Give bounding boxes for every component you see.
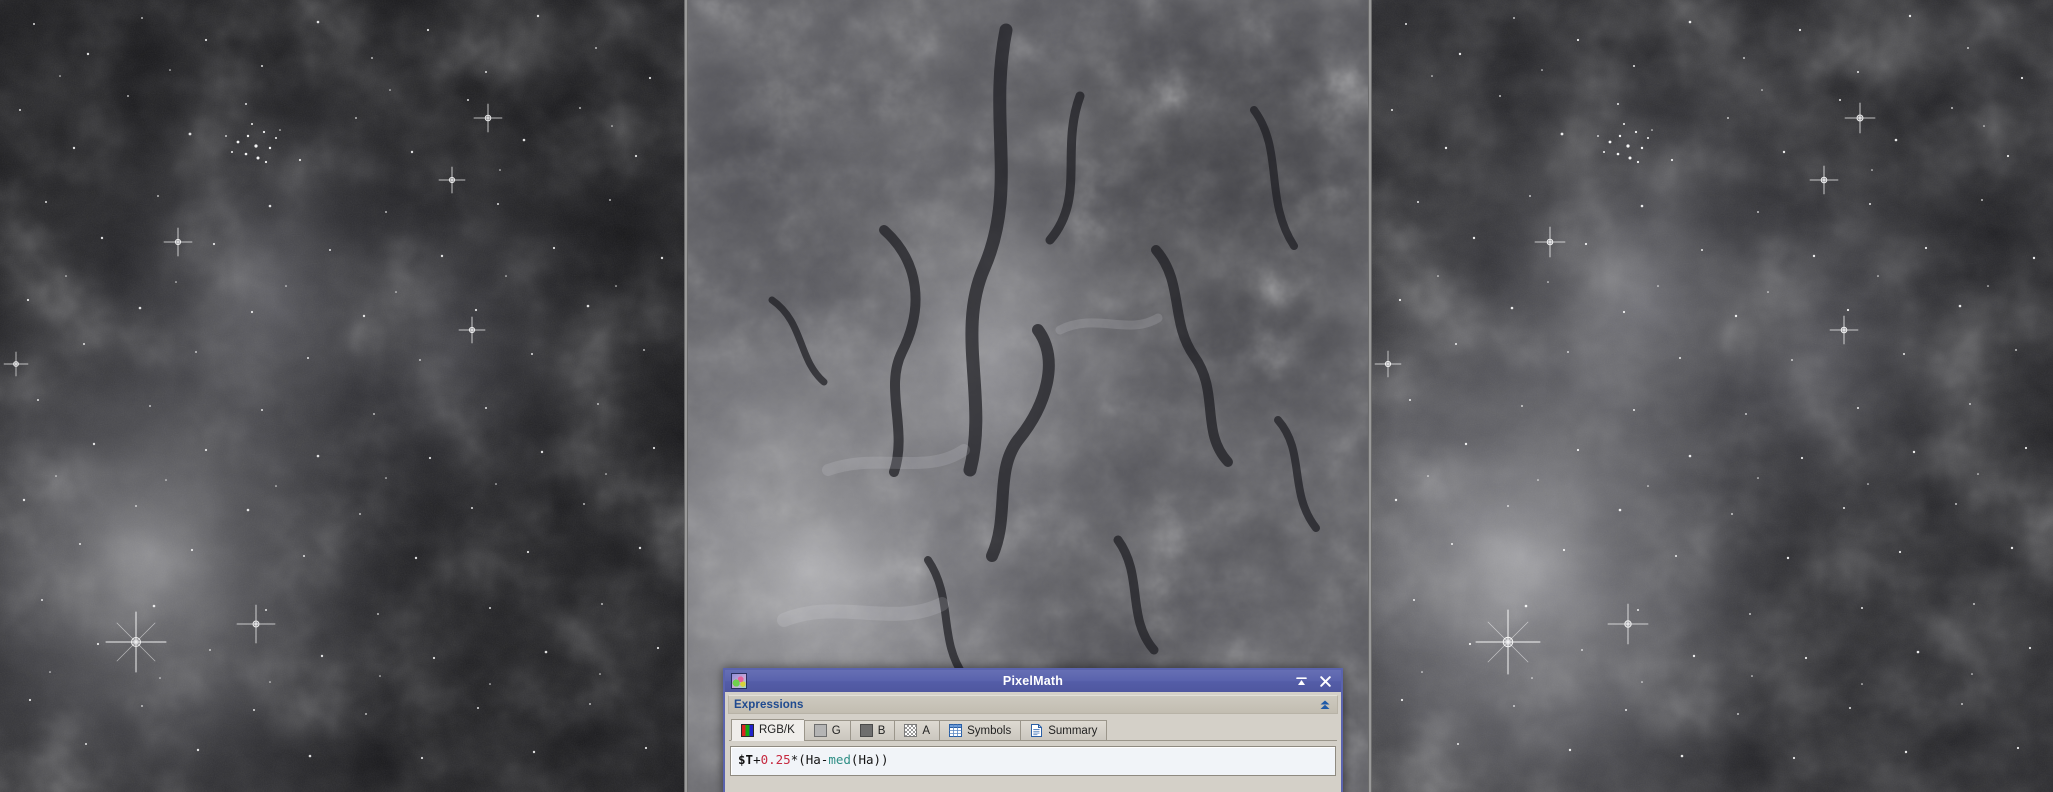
- expression-token-plus: +: [753, 752, 761, 767]
- alpha-channel-icon: [904, 724, 917, 737]
- expression-token-operator: *(Ha-: [791, 752, 829, 767]
- dialog-titlebar[interactable]: PixelMath: [725, 670, 1341, 692]
- tab-label-summary: Summary: [1048, 725, 1097, 737]
- tab-summary[interactable]: Summary: [1020, 720, 1107, 740]
- pixelmath-app-icon: [731, 673, 747, 689]
- expression-tabs[interactable]: RGB/K G B A: [729, 718, 1337, 741]
- tab-label-g: G: [832, 725, 841, 737]
- summary-document-icon: [1030, 724, 1043, 737]
- dialog-title: PixelMath: [725, 674, 1341, 688]
- tab-a[interactable]: A: [894, 720, 939, 740]
- image-panel-result[interactable]: [1372, 0, 2053, 792]
- pixinsight-workspace: PixelMath Expressions: [0, 0, 2053, 792]
- expressions-section-header[interactable]: Expressions: [728, 695, 1338, 714]
- expression-token-number: 0.25: [761, 752, 791, 767]
- symbols-table-icon: [949, 724, 962, 737]
- blue-channel-icon: [860, 724, 873, 737]
- expression-editor[interactable]: $T+0.25*(Ha-med(Ha)): [730, 746, 1336, 776]
- tab-label-symbols: Symbols: [967, 725, 1011, 737]
- tab-label-b: B: [878, 725, 886, 737]
- sky-render-rgb: [0, 0, 684, 792]
- titlebar-buttons: [1294, 674, 1337, 688]
- green-channel-icon: [814, 724, 827, 737]
- sky-render-result: [1372, 0, 2053, 792]
- roll-up-button[interactable]: [1294, 674, 1308, 688]
- tab-g[interactable]: G: [804, 720, 850, 740]
- expression-token-target: $T: [738, 752, 753, 767]
- tab-label-a: A: [922, 725, 930, 737]
- double-chevron-up-icon[interactable]: [1318, 698, 1332, 712]
- tab-rgb-k[interactable]: RGB/K: [731, 719, 804, 741]
- expression-text[interactable]: $T+0.25*(Ha-med(Ha)): [731, 747, 1335, 768]
- expression-token-tail: (Ha)): [851, 752, 889, 767]
- rgb-channel-icon: [741, 724, 754, 737]
- tab-b[interactable]: B: [850, 720, 895, 740]
- section-title-label: Expressions: [734, 699, 804, 711]
- close-button[interactable]: [1318, 674, 1332, 688]
- expression-token-function: med: [828, 752, 851, 767]
- tab-label-rgb-k: RGB/K: [759, 724, 795, 736]
- image-panel-rgb[interactable]: [0, 0, 684, 792]
- tab-symbols[interactable]: Symbols: [939, 720, 1020, 740]
- pixelmath-dialog[interactable]: PixelMath Expressions: [723, 668, 1343, 792]
